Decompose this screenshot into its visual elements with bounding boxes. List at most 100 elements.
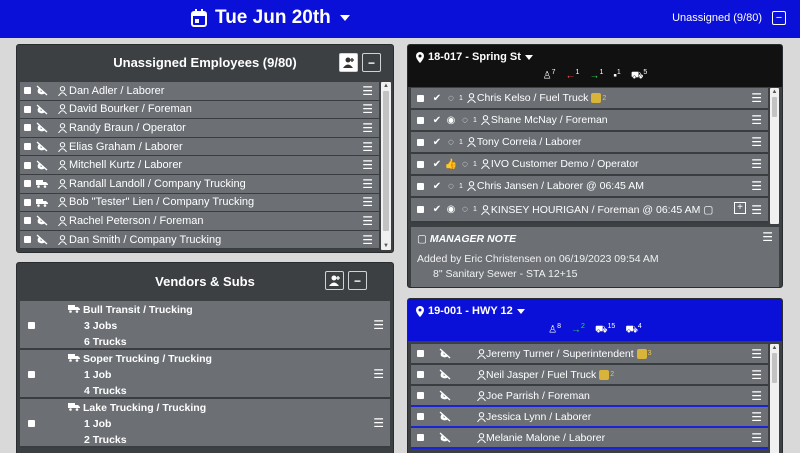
menu-icon[interactable]: ☰ xyxy=(751,91,762,105)
select-checkbox[interactable] xyxy=(24,180,31,188)
select-checkbox[interactable] xyxy=(417,94,424,102)
menu-icon[interactable]: ☰ xyxy=(751,157,762,171)
add-user-icon xyxy=(342,57,354,68)
select-checkbox[interactable] xyxy=(24,87,31,95)
crew-label: Tony Correia / Laborer xyxy=(476,136,582,148)
employee-row[interactable]: Dan Adler / Laborer ☰ xyxy=(20,82,379,101)
menu-icon[interactable]: ☰ xyxy=(751,179,762,193)
add-vendor-button[interactable] xyxy=(325,271,344,290)
add-employee-button[interactable] xyxy=(339,53,358,72)
person-icon xyxy=(481,115,491,125)
employee-row[interactable]: Elias Graham / Laborer ☰ xyxy=(20,137,379,157)
select-checkbox[interactable] xyxy=(417,160,424,168)
vendor-list: Bull Transit / Trucking 3 Jobs 6 Trucks ☰ So… xyxy=(20,301,390,453)
menu-icon[interactable]: ☰ xyxy=(362,233,373,247)
location-pin-icon xyxy=(416,305,424,317)
employee-row[interactable]: Randall Landoll / Company Trucking ☰ xyxy=(20,174,379,194)
vendor-row[interactable]: Soper Trucking / Trucking 1 Job 4 Trucks ☰ xyxy=(20,350,390,399)
menu-icon[interactable]: ☰ xyxy=(362,140,373,154)
crew-row[interactable]: ✔ ◌ 1 Chris Jansen / Laborer @ 06:45 AM ☰ xyxy=(411,176,768,198)
select-checkbox[interactable] xyxy=(417,434,424,441)
vendors-panel: Vendors & Subs − Bull Transit / Trucking… xyxy=(16,262,394,453)
vendor-row[interactable]: Lake Trucking / Trucking 1 Job 2 Trucks ☰ xyxy=(20,399,390,448)
vendor-row[interactable]: Bull Transit / Trucking 3 Jobs 6 Trucks ☰ xyxy=(20,301,390,350)
job-title[interactable]: 18-017 - Spring St xyxy=(416,51,533,63)
select-checkbox[interactable] xyxy=(24,217,31,225)
employee-row[interactable]: David Bourker / Foreman ☰ xyxy=(20,100,379,120)
employee-row[interactable]: Rachel Peterson / Foreman ☰ xyxy=(20,212,379,231)
no-phone-icon xyxy=(35,141,49,152)
select-checkbox[interactable] xyxy=(417,116,424,124)
job-scrollbar[interactable]: ▲ xyxy=(770,88,779,224)
menu-icon[interactable]: ☰ xyxy=(751,135,762,149)
menu-icon[interactable]: ☰ xyxy=(762,230,773,244)
select-checkbox[interactable] xyxy=(417,413,424,420)
menu-icon[interactable]: ☰ xyxy=(362,177,373,191)
select-checkbox[interactable] xyxy=(24,198,31,206)
menu-icon[interactable]: ☰ xyxy=(362,158,373,172)
menu-icon[interactable]: ☰ xyxy=(362,84,373,98)
collapse-all-button[interactable]: − xyxy=(772,11,786,25)
select-checkbox[interactable] xyxy=(24,105,31,113)
crew-row[interactable]: ✔ ◉ ◌ 1 Shane McNay / Foreman ☰ xyxy=(411,110,768,132)
crew-label: IVO Customer Demo / Operator xyxy=(490,158,639,170)
moved-out-count: ←1 xyxy=(565,69,580,82)
job-scrollbar[interactable]: ▲ xyxy=(770,344,779,453)
collapse-vendors-button[interactable]: − xyxy=(348,271,367,290)
select-checkbox[interactable] xyxy=(417,206,424,213)
truck-icon: ⛟ xyxy=(625,324,638,336)
crew-row[interactable]: ✔ ◌ 1 Tony Correia / Laborer ☰ xyxy=(411,132,768,154)
employee-row[interactable]: Bob "Tester" Lien / Company Trucking ☰ xyxy=(20,193,379,213)
menu-icon[interactable]: ☰ xyxy=(751,368,762,382)
add-note-button[interactable]: + xyxy=(734,202,746,214)
menu-icon[interactable]: ☰ xyxy=(362,102,373,116)
select-checkbox[interactable] xyxy=(28,420,35,427)
select-checkbox[interactable] xyxy=(417,392,424,399)
select-checkbox[interactable] xyxy=(417,371,424,378)
select-checkbox[interactable] xyxy=(417,182,424,190)
menu-icon[interactable]: ☰ xyxy=(751,431,762,445)
crew-row[interactable]: ✔ ◉ ◌ 1 KINSEY HOURIGAN / Foreman @ 06:45 AM… xyxy=(411,198,768,223)
menu-icon[interactable]: ☰ xyxy=(362,195,373,209)
employee-row[interactable]: Mitchell Kurtz / Laborer ☰ xyxy=(20,156,379,175)
menu-icon[interactable]: ☰ xyxy=(751,410,762,424)
select-checkbox[interactable] xyxy=(24,143,31,151)
person-icon xyxy=(57,197,67,208)
menu-icon[interactable]: ☰ xyxy=(373,318,384,332)
date-selector[interactable]: Tue Jun 20th xyxy=(191,7,351,29)
menu-icon[interactable]: ☰ xyxy=(751,347,762,361)
crew-row[interactable]: Jeremy Turner / Superintendent 3 ☰ xyxy=(411,344,768,365)
select-checkbox[interactable] xyxy=(24,236,31,244)
crew-row[interactable]: Neil Jasper / Fuel Truck 2 ☰ xyxy=(411,365,768,386)
crew-label: Joe Parrish / Foreman xyxy=(486,389,590,402)
menu-icon[interactable]: ☰ xyxy=(751,203,762,217)
employee-row[interactable]: Randy Braun / Operator ☰ xyxy=(20,119,379,138)
collapse-employees-button[interactable]: − xyxy=(362,53,381,72)
menu-icon[interactable]: ☰ xyxy=(362,121,373,135)
eye-icon: ◉ xyxy=(446,204,456,215)
crew-row[interactable]: Joe Parrish / Foreman ☰ xyxy=(411,386,768,407)
crew-row[interactable]: Jessica Lynn / Laborer ☰ xyxy=(411,407,768,428)
menu-icon[interactable]: ☰ xyxy=(751,113,762,127)
job-header: 18-017 - Spring St ♙7 ←1 →1 ▪1 ⛟5 xyxy=(408,45,782,87)
note-text: 8" Sanitary Sewer - STA 12+15 xyxy=(433,268,578,280)
menu-icon[interactable]: ☰ xyxy=(751,389,762,403)
crew-row[interactable]: ✔ ◌ 1 Chris Kelso / Fuel Truck 2 ☰ xyxy=(411,88,768,110)
select-checkbox[interactable] xyxy=(24,161,31,169)
crew-row[interactable]: Melanie Malone / Laborer ☰ xyxy=(411,428,768,449)
select-checkbox[interactable] xyxy=(28,322,35,329)
employee-row[interactable]: Dan Smith / Company Trucking ☰ xyxy=(20,230,379,250)
select-checkbox[interactable] xyxy=(417,350,424,357)
select-checkbox[interactable] xyxy=(28,371,35,378)
crew-row[interactable]: ✔ 👍 ◌ 1 IVO Customer Demo / Operator ☰ xyxy=(411,154,768,176)
select-checkbox[interactable] xyxy=(417,138,424,146)
menu-icon[interactable]: ☰ xyxy=(373,416,384,430)
menu-icon[interactable]: ☰ xyxy=(362,214,373,228)
comment-icon: ◌ xyxy=(462,204,468,215)
select-checkbox[interactable] xyxy=(24,124,31,132)
job-title[interactable]: 19-001 - HWY 12 xyxy=(416,305,525,317)
notes-count: ▪1 xyxy=(613,69,621,82)
employee-scrollbar[interactable]: ▲ ▼ xyxy=(381,82,391,250)
job-card-19-001: 19-001 - HWY 12 ♙8 →2 ⛟15 ⛟4 Jeremy Turn… xyxy=(407,298,783,453)
menu-icon[interactable]: ☰ xyxy=(373,367,384,381)
